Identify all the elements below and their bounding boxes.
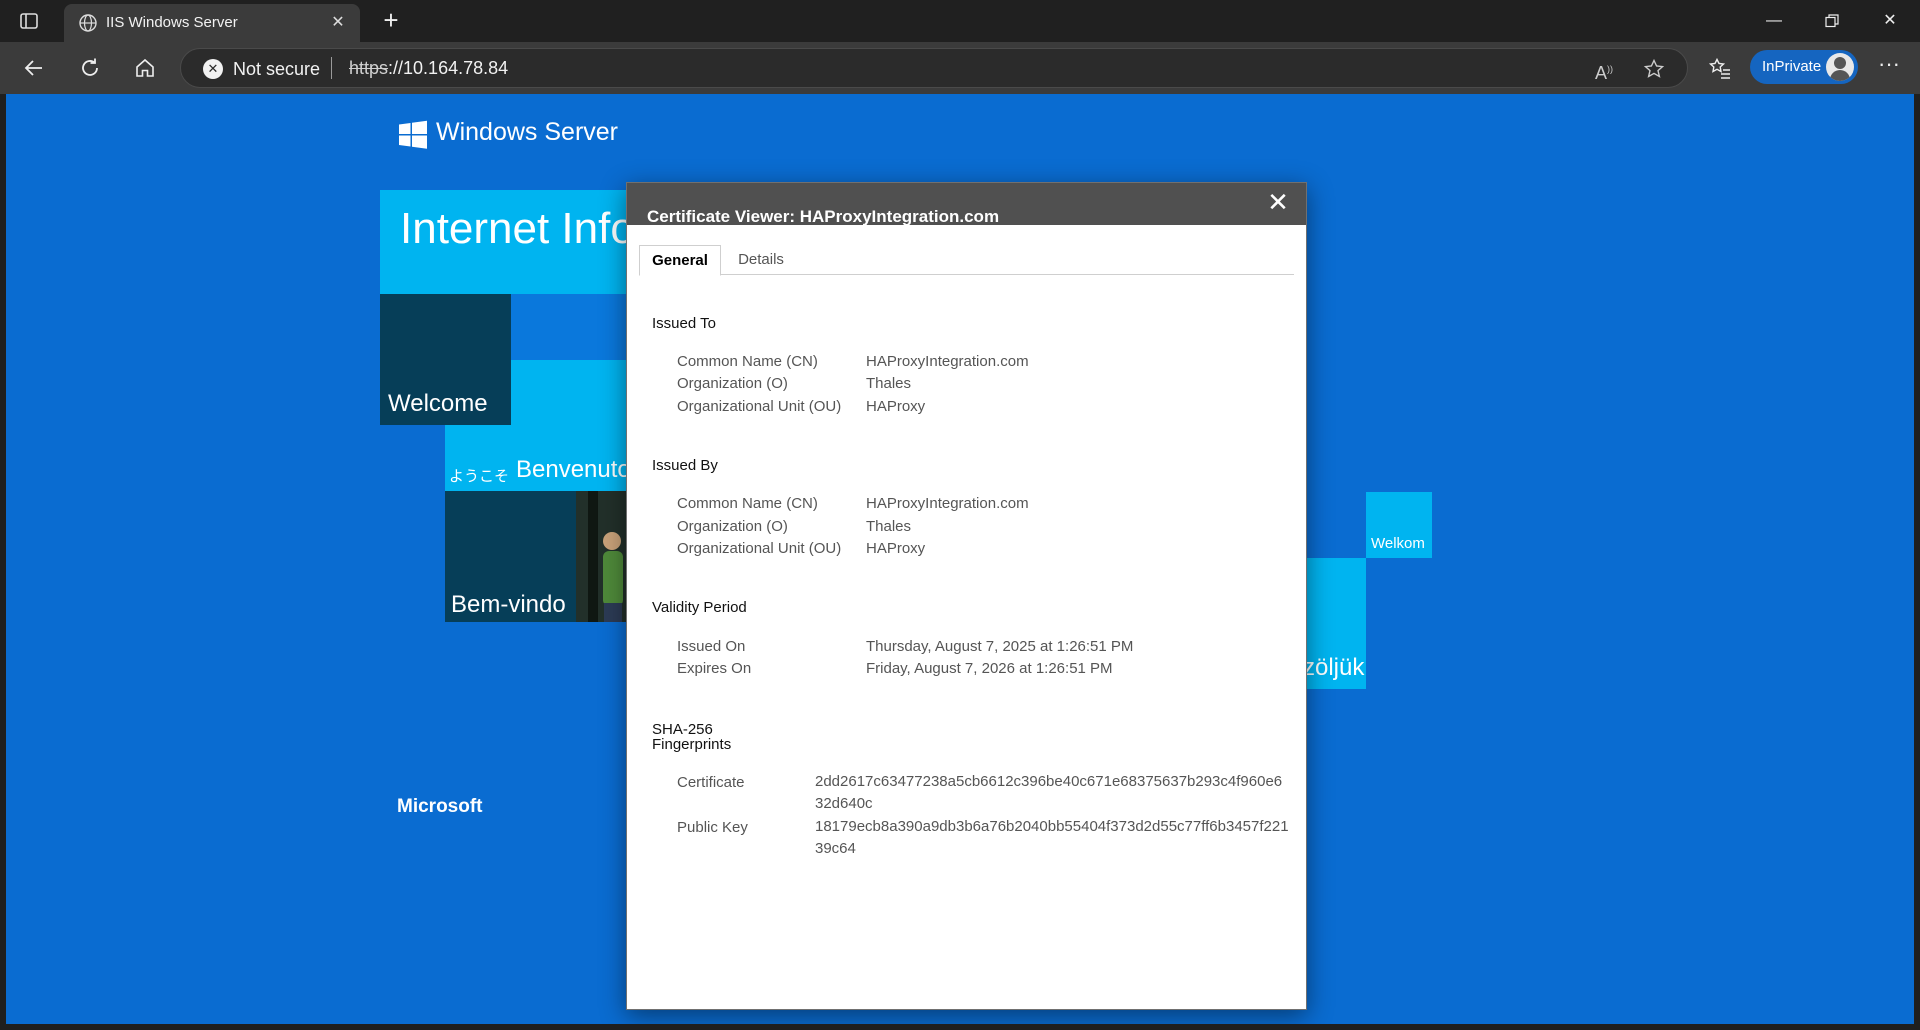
section-fingerprints-line2: Fingerprints — [652, 736, 732, 753]
home-icon[interactable] — [131, 54, 159, 82]
inprivate-button[interactable]: InPrivate — [1750, 50, 1858, 84]
not-secure-icon[interactable]: ✕ — [203, 59, 223, 79]
expires-on-value: Friday, August 7, 2026 at 1:26:51 PM — [866, 660, 1113, 677]
restore-button[interactable] — [1812, 8, 1852, 34]
minimize-button[interactable]: — — [1754, 8, 1794, 34]
tile-udvozoljuk-text: zöljük — [1303, 654, 1365, 681]
pubkey-fingerprint-value: 18179ecb8a390a9db3b6a76b2040bb55404f373d… — [815, 818, 1289, 857]
issued-on-label: Issued On — [677, 638, 746, 655]
tile-benvenuto: Benvenuto — [511, 360, 626, 491]
microsoft-logo-text: Microsoft — [397, 796, 483, 817]
certificate-viewer-dialog: Certificate Viewer: HAProxyIntegration.c… — [626, 182, 1307, 1010]
tile-welcome-text: Welcome — [388, 390, 488, 417]
issued-by-ou-label: Organizational Unit (OU) — [677, 540, 842, 557]
security-label[interactable]: Not secure — [233, 59, 320, 80]
tab-close-icon[interactable]: ✕ — [328, 13, 348, 33]
star-icon[interactable] — [1643, 58, 1665, 80]
issued-to-o-value: Thales — [866, 375, 912, 392]
section-issued-to: Issued To — [652, 315, 716, 332]
tile-internet-info-text: Internet Info — [400, 204, 626, 253]
tile-internet-info: Internet Info — [380, 190, 626, 294]
cert-fingerprint-label: Certificate — [677, 774, 745, 791]
tile-youkoso: ようこそ — [445, 425, 511, 491]
section-issued-by: Issued By — [652, 457, 718, 474]
dialog-tabs: General Details — [639, 245, 1294, 276]
back-arrow-icon[interactable] — [20, 54, 48, 82]
refresh-icon[interactable] — [76, 54, 104, 82]
more-options-icon[interactable]: ··· — [1874, 53, 1904, 82]
tile-blue-accent — [511, 294, 626, 360]
tile-welcome: Welcome — [380, 294, 511, 425]
tab-title: IIS Windows Server — [106, 14, 238, 31]
issued-to-o-label: Organization (O) — [677, 375, 788, 392]
tile-welkom-text: Welkom — [1371, 535, 1425, 552]
close-window-button[interactable]: ✕ — [1870, 8, 1910, 34]
favorites-list-icon[interactable] — [1706, 54, 1734, 82]
issued-to-cn-value: HAProxyIntegration.com — [866, 353, 1029, 370]
cert-fingerprint-value: 2dd2617c63477238a5cb6612c396be40c671e683… — [815, 773, 1283, 812]
issued-by-ou-value: HAProxy — [866, 540, 926, 557]
address-bar[interactable]: ✕ Not secure https://10.164.78.84 A)) — [180, 48, 1688, 88]
issued-to-ou-value: HAProxy — [866, 398, 926, 415]
title-bar: IIS Windows Server ✕ + — ✕ — [0, 0, 1920, 42]
globe-icon — [78, 13, 98, 33]
page-viewport: Windows Server Internet Info Welcome Ben… — [6, 94, 1914, 1024]
tile-bem-vindo-text: Bem-vindo — [451, 591, 566, 618]
url-scheme: https — [349, 58, 389, 78]
expires-on-label: Expires On — [677, 660, 752, 677]
dialog-title: Certificate Viewer: HAProxyIntegration.c… — [647, 207, 1000, 226]
issued-by-cn-label: Common Name (CN) — [677, 495, 818, 512]
tab-details[interactable]: Details — [723, 245, 799, 276]
tile-udvozoljuk: zöljük — [1301, 558, 1366, 689]
brand-title: Windows Server — [436, 118, 618, 146]
tile-bem-vindo: Bem-vindo — [445, 491, 576, 622]
read-aloud-icon[interactable]: A)) — [1593, 58, 1615, 83]
url-text[interactable]: https://10.164.78.84 — [349, 58, 508, 79]
url-host: ://10.164.78.84 — [388, 58, 509, 78]
pubkey-fingerprint-label: Public Key — [677, 819, 748, 836]
tile-photo — [576, 491, 626, 622]
issued-by-o-label: Organization (O) — [677, 518, 788, 535]
new-tab-button[interactable]: + — [378, 7, 404, 34]
tab-actions-icon[interactable] — [18, 10, 40, 32]
issued-on-value: Thursday, August 7, 2025 at 1:26:51 PM — [866, 638, 1134, 655]
issued-to-ou-label: Organizational Unit (OU) — [677, 398, 842, 415]
windows-logo-icon — [398, 120, 428, 150]
issued-to-cn-label: Common Name (CN) — [677, 353, 818, 370]
issued-by-cn-value: HAProxyIntegration.com — [866, 495, 1029, 512]
browser-tab[interactable]: IIS Windows Server ✕ — [64, 4, 360, 42]
inprivate-label: InPrivate — [1762, 58, 1822, 75]
address-separator — [331, 57, 332, 79]
issued-by-o-value: Thales — [866, 518, 912, 535]
tile-benvenuto-text: Benvenuto — [516, 456, 626, 483]
tile-youkoso-text: ようこそ — [449, 468, 510, 485]
close-icon[interactable]: ✕ — [1266, 189, 1290, 215]
tile-welkom: Welkom — [1366, 492, 1432, 558]
section-validity: Validity Period — [652, 599, 747, 616]
browser-toolbar: ✕ Not secure https://10.164.78.84 A)) In… — [0, 42, 1920, 94]
avatar — [1826, 53, 1854, 81]
tab-general[interactable]: General — [639, 245, 721, 276]
